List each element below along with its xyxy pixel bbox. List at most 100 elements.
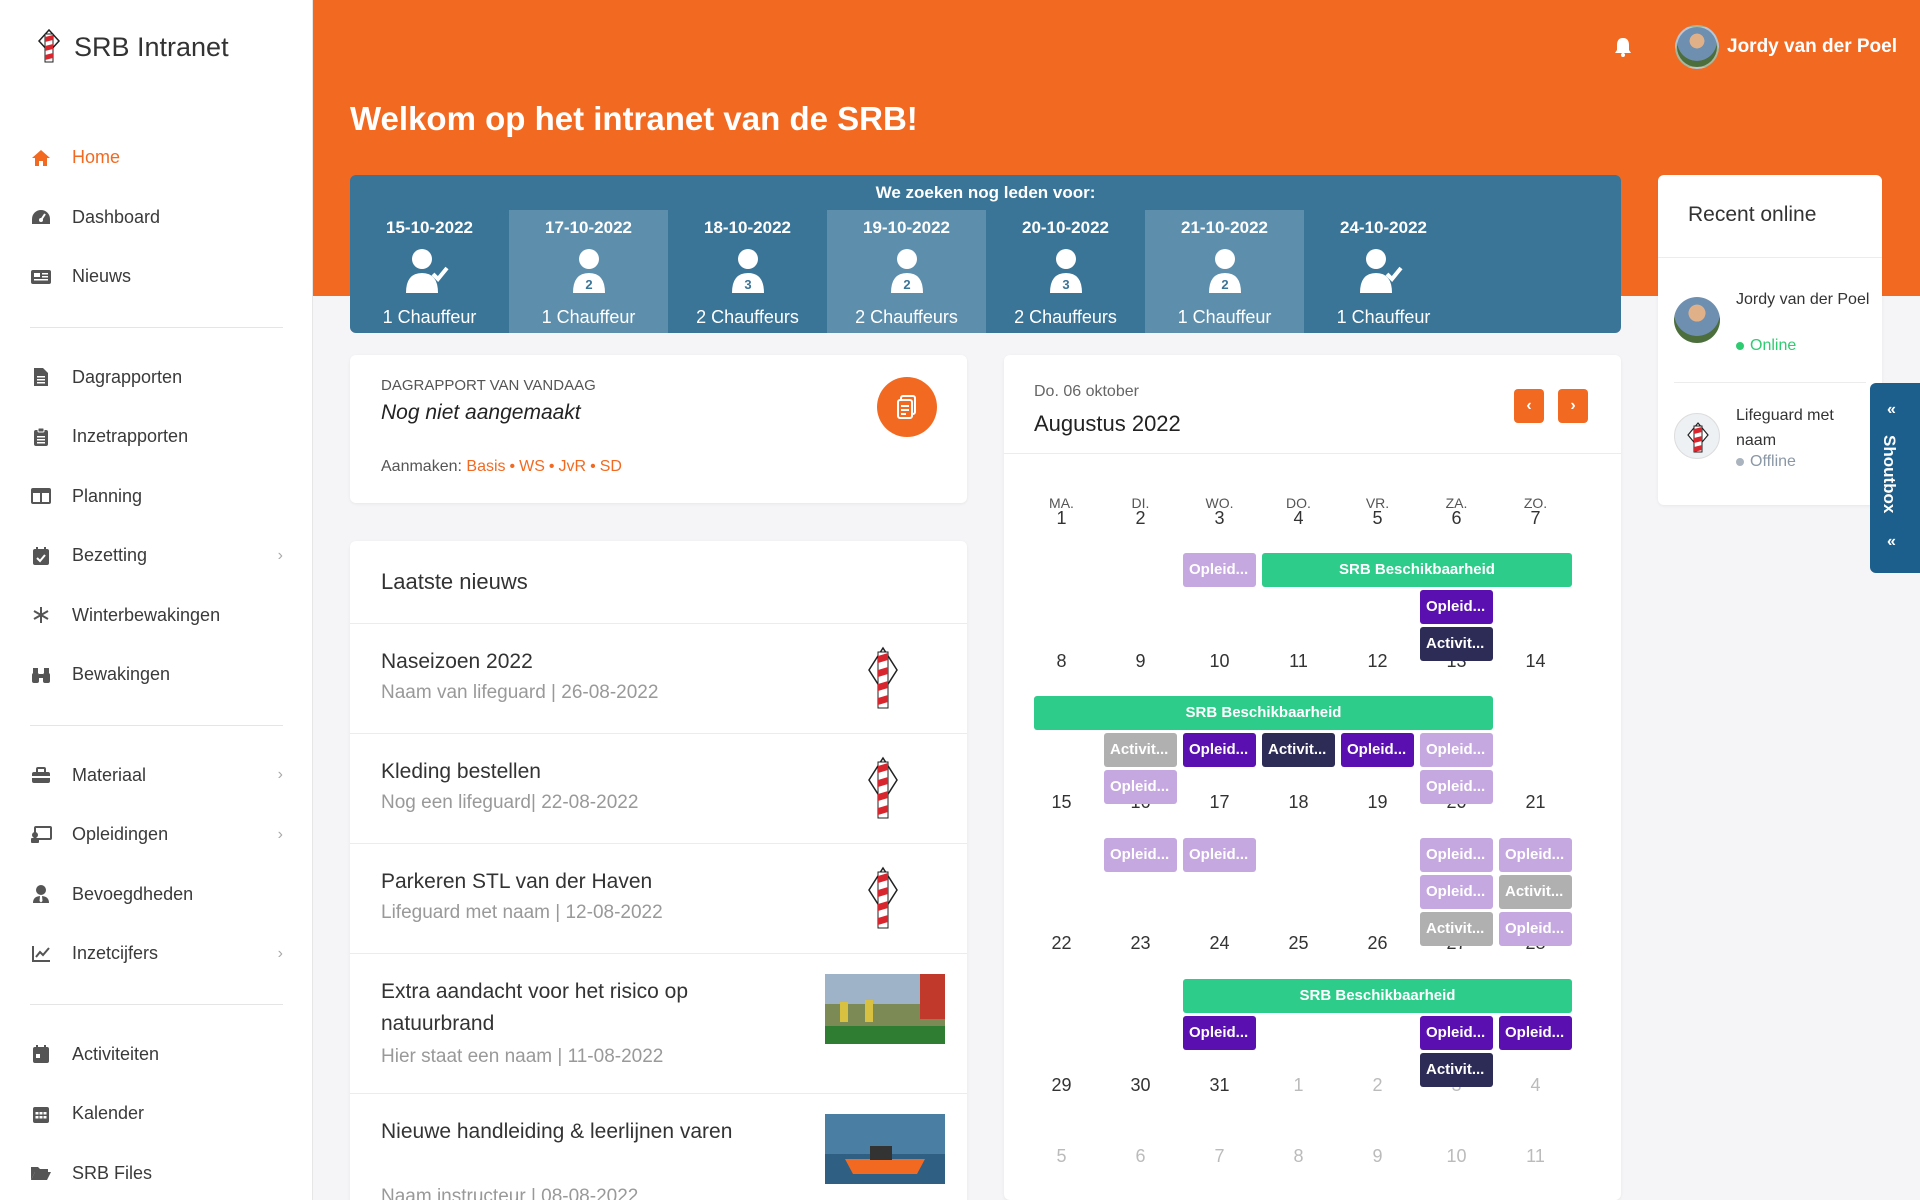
- nav-item-srb-files[interactable]: SRB Files: [0, 1144, 313, 1200]
- activiteit-event[interactable]: Activit...: [1420, 627, 1493, 661]
- shift-tile[interactable]: 21-10-2022 2 1 Chauffeur: [1145, 210, 1304, 333]
- activiteit-event[interactable]: Activit...: [1104, 733, 1177, 767]
- calendar-day[interactable]: 10: [1180, 651, 1259, 672]
- recent-user[interactable]: Jordy van der Poel Online: [1674, 287, 1874, 397]
- news-item[interactable]: Naseizoen 2022 Naam van lifeguard | 26-08…: [350, 624, 967, 734]
- news-item[interactable]: Kleding bestellen Nog een lifeguard| 22-0…: [350, 734, 967, 844]
- activiteit-event[interactable]: Activit...: [1420, 912, 1493, 946]
- calendar-day[interactable]: 24: [1180, 933, 1259, 954]
- nav-item-nieuws[interactable]: Nieuws: [0, 247, 313, 307]
- news-item[interactable]: Extra aandacht voor het risico op natuur…: [350, 954, 967, 1094]
- calendar-day[interactable]: 6: [1417, 508, 1496, 529]
- calendar-day[interactable]: 5: [1338, 508, 1417, 529]
- nav-item-inzetcijfers[interactable]: Inzetcijfers ›: [0, 924, 313, 984]
- calendar-day[interactable]: 9: [1101, 651, 1180, 672]
- calendar-day[interactable]: 22: [1022, 933, 1101, 954]
- shift-tile[interactable]: 18-10-2022 3 2 Chauffeurs: [668, 210, 827, 333]
- activiteit-event[interactable]: Activit...: [1420, 1053, 1493, 1087]
- calendar-day[interactable]: 12: [1338, 651, 1417, 672]
- nav-item-planning[interactable]: Planning: [0, 467, 313, 527]
- calendar-day[interactable]: 7: [1496, 508, 1575, 529]
- nav-item-opleidingen[interactable]: Opleidingen ›: [0, 805, 313, 865]
- opleiding-event[interactable]: Opleid...: [1420, 838, 1493, 872]
- opleiding-event[interactable]: Opleid...: [1420, 875, 1493, 909]
- create-link-ws[interactable]: WS: [519, 458, 545, 475]
- news-item[interactable]: Nieuwe handleiding & leerlijnen varen Naa…: [350, 1094, 967, 1200]
- nav-item-dashboard[interactable]: Dashboard: [0, 188, 313, 248]
- calendar-day[interactable]: 26: [1338, 933, 1417, 954]
- opleiding-event[interactable]: Opleid...: [1341, 733, 1414, 767]
- opleiding-event[interactable]: Opleid...: [1420, 733, 1493, 767]
- brand[interactable]: SRB Intranet: [36, 28, 229, 66]
- shift-tile[interactable]: 19-10-2022 2 2 Chauffeurs: [827, 210, 986, 333]
- calendar-day[interactable]: 30: [1101, 1075, 1180, 1096]
- shift-tile[interactable]: 17-10-2022 2 1 Chauffeur: [509, 210, 668, 333]
- calendar-next-button[interactable]: ›: [1558, 389, 1588, 423]
- calendar-day[interactable]: 25: [1259, 933, 1338, 954]
- calendar-day[interactable]: 23: [1101, 933, 1180, 954]
- opleiding-event[interactable]: Opleid...: [1183, 838, 1256, 872]
- nav-item-kalender[interactable]: Kalender: [0, 1084, 313, 1144]
- opleiding-event[interactable]: Opleid...: [1499, 1016, 1572, 1050]
- opleiding-event[interactable]: Opleid...: [1183, 1016, 1256, 1050]
- opleiding-event[interactable]: Opleid...: [1104, 838, 1177, 872]
- opleiding-event[interactable]: Opleid...: [1420, 770, 1493, 804]
- nav-item-winterbewakingen[interactable]: Winterbewakingen: [0, 586, 313, 646]
- shift-tile[interactable]: 24-10-2022 1 Chauffeur: [1304, 210, 1463, 333]
- beschikbaarheid-event[interactable]: SRB Beschikbaarheid: [1183, 979, 1572, 1013]
- calendar-day[interactable]: 7: [1180, 1146, 1259, 1167]
- nav-item-home[interactable]: Home: [0, 128, 313, 188]
- calendar-day[interactable]: 19: [1338, 792, 1417, 813]
- create-link-sd[interactable]: SD: [600, 458, 622, 475]
- beschikbaarheid-event[interactable]: SRB Beschikbaarheid: [1034, 696, 1493, 730]
- calendar-day[interactable]: 1: [1259, 1075, 1338, 1096]
- calendar-day[interactable]: 18: [1259, 792, 1338, 813]
- news-item[interactable]: Parkeren STL van der Haven Lifeguard met …: [350, 844, 967, 954]
- shift-tile[interactable]: 20-10-2022 3 2 Chauffeurs: [986, 210, 1145, 333]
- user-menu[interactable]: Jordy van der Poel: [1675, 25, 1897, 69]
- calendar-day[interactable]: 3: [1180, 508, 1259, 529]
- calendar-day[interactable]: 29: [1022, 1075, 1101, 1096]
- opleiding-event[interactable]: Opleid...: [1183, 553, 1256, 587]
- calendar-day[interactable]: 4: [1496, 1075, 1575, 1096]
- shift-tile[interactable]: 15-10-2022 1 Chauffeur: [350, 210, 509, 333]
- calendar-prev-button[interactable]: ‹: [1514, 389, 1544, 423]
- opleiding-event[interactable]: Opleid...: [1499, 912, 1572, 946]
- calendar-day[interactable]: 4: [1259, 508, 1338, 529]
- calendar-day[interactable]: 2: [1101, 508, 1180, 529]
- new-dagrapport-button[interactable]: [877, 377, 937, 437]
- activiteit-event[interactable]: Activit...: [1499, 875, 1572, 909]
- calendar-day[interactable]: 31: [1180, 1075, 1259, 1096]
- nav-item-bevoegdheden[interactable]: Bevoegdheden: [0, 865, 313, 925]
- nav-item-materiaal[interactable]: Materiaal ›: [0, 746, 313, 806]
- calendar-day[interactable]: 17: [1180, 792, 1259, 813]
- calendar-day[interactable]: 15: [1022, 792, 1101, 813]
- calendar-day[interactable]: 6: [1101, 1146, 1180, 1167]
- nav-item-bezetting[interactable]: Bezetting ›: [0, 526, 313, 586]
- create-link-basis[interactable]: Basis: [466, 458, 505, 475]
- opleiding-event[interactable]: Opleid...: [1104, 770, 1177, 804]
- calendar-day[interactable]: 9: [1338, 1146, 1417, 1167]
- opleiding-event[interactable]: Opleid...: [1183, 733, 1256, 767]
- nav-item-bewakingen[interactable]: Bewakingen: [0, 645, 313, 705]
- beschikbaarheid-event[interactable]: SRB Beschikbaarheid: [1262, 553, 1572, 587]
- nav-item-dagrapporten[interactable]: Dagrapporten: [0, 348, 313, 408]
- nav-item-activiteiten[interactable]: Activiteiten: [0, 1025, 313, 1085]
- calendar-day[interactable]: 21: [1496, 792, 1575, 813]
- calendar-day[interactable]: 14: [1496, 651, 1575, 672]
- calendar-day[interactable]: 8: [1259, 1146, 1338, 1167]
- activiteit-event[interactable]: Activit...: [1262, 733, 1335, 767]
- opleiding-event[interactable]: Opleid...: [1499, 838, 1572, 872]
- shoutbox-toggle[interactable]: « Shoutbox «: [1870, 383, 1920, 573]
- calendar-day[interactable]: 10: [1417, 1146, 1496, 1167]
- calendar-day[interactable]: 1: [1022, 508, 1101, 529]
- bell-icon[interactable]: [1612, 36, 1634, 58]
- calendar-day[interactable]: 11: [1259, 651, 1338, 672]
- calendar-day[interactable]: 8: [1022, 651, 1101, 672]
- opleiding-event[interactable]: Opleid...: [1420, 1016, 1493, 1050]
- nav-item-inzetrapporten[interactable]: Inzetrapporten: [0, 407, 313, 467]
- calendar-day[interactable]: 11: [1496, 1146, 1575, 1167]
- recent-user[interactable]: Lifeguard met naam Offline: [1674, 403, 1874, 513]
- opleiding-event[interactable]: Opleid...: [1420, 590, 1493, 624]
- create-link-jvr[interactable]: JvR: [559, 458, 587, 475]
